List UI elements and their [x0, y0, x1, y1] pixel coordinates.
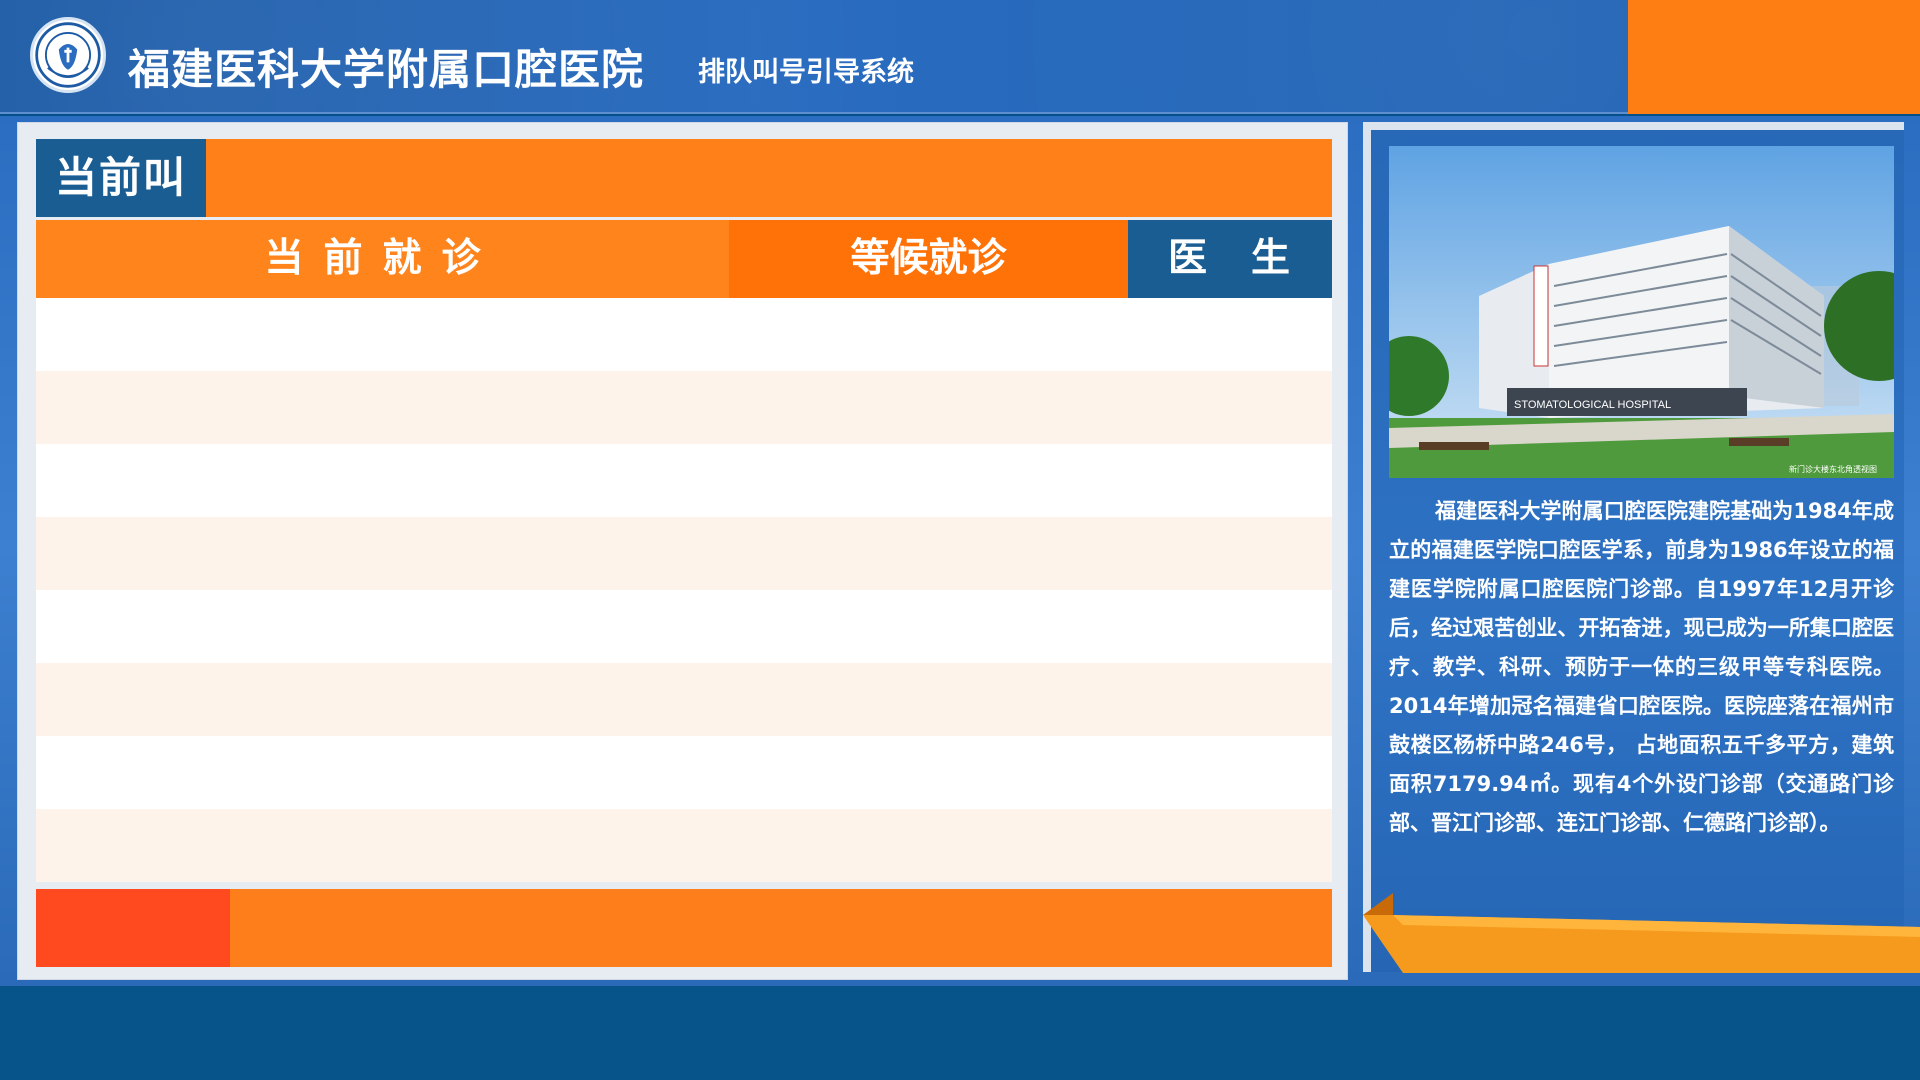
table-row — [36, 371, 1332, 444]
queue-rows — [36, 298, 1332, 884]
ribbon-arrow-icon — [1363, 893, 1920, 973]
call-title-bar: 当前叫号 — [36, 139, 1332, 280]
table-row — [36, 736, 1332, 809]
table-row — [36, 809, 1332, 882]
logo-emblem-icon — [35, 22, 101, 88]
building-illustration-icon: STOMATOLOGICAL HOSPITAL 新门诊大楼东北角透视图 — [1389, 146, 1894, 478]
bottom-accent-block — [36, 889, 230, 967]
system-name: 排队叫号引导系统 — [698, 57, 914, 88]
table-row — [36, 298, 1332, 371]
table-row — [36, 590, 1332, 663]
header-accent-block — [1628, 0, 1920, 114]
bottom-status-bar — [36, 889, 1332, 967]
column-header-doctor: 医生 — [1128, 220, 1332, 298]
header-bar: 福建医科大学附属口腔医院 排队叫号引导系统 — [0, 0, 1920, 114]
call-panel: 当前叫号 当前就诊 等候就诊 医生 — [17, 122, 1348, 980]
hospital-logo-icon — [30, 17, 106, 93]
photo-caption: 新门诊大楼东北角透视图 — [1789, 464, 1877, 474]
building-sign: STOMATOLOGICAL HOSPITAL — [1514, 399, 1671, 411]
table-row — [36, 444, 1332, 517]
info-panel: STOMATOLOGICAL HOSPITAL 新门诊大楼东北角透视图 福建医科… — [1363, 122, 1904, 972]
hospital-name: 福建医科大学附属口腔医院 — [128, 45, 645, 94]
hospital-description: 福建医科大学附属口腔医院建院基础为1984年成立的福建医学院口腔医学系，前身为1… — [1389, 499, 1894, 835]
decorative-ribbon — [1363, 885, 1920, 975]
call-title: 当前叫号 — [36, 139, 206, 280]
footer-background — [0, 986, 1920, 1080]
hospital-building-photo: STOMATOLOGICAL HOSPITAL 新门诊大楼东北角透视图 — [1389, 146, 1894, 478]
column-header-waiting: 等候就诊 — [729, 220, 1128, 298]
table-row — [36, 517, 1332, 590]
table-row — [36, 663, 1332, 736]
column-header-current: 当前就诊 — [36, 220, 729, 298]
